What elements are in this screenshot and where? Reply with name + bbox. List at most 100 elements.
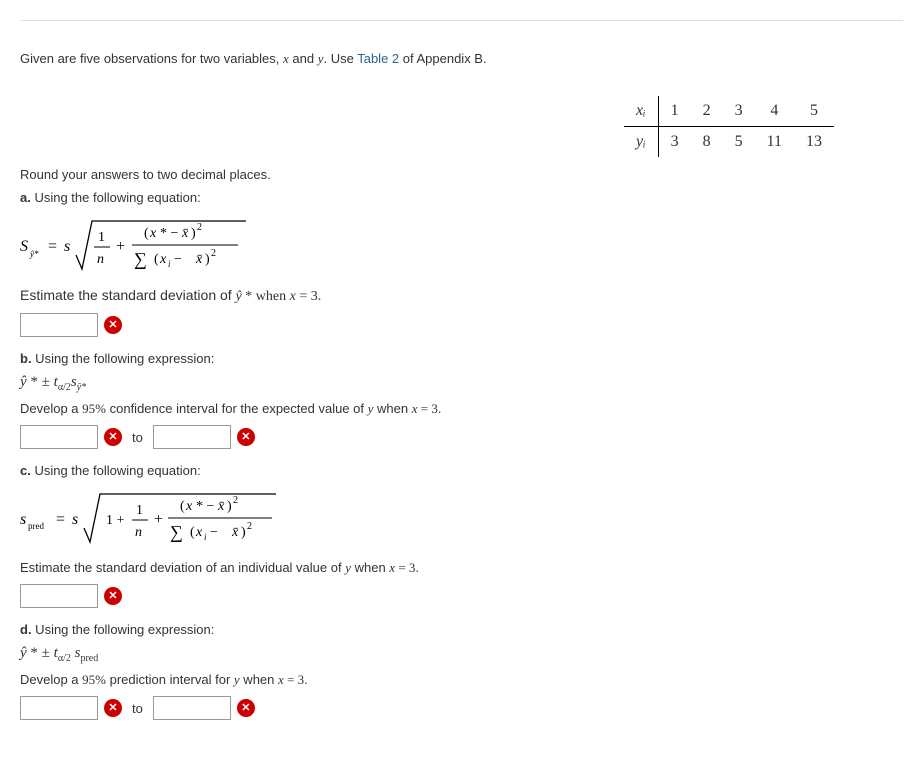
part-d-label: d. [20,622,32,637]
svg-text:x̄: x̄ [231,525,239,540]
svg-text:+: + [116,238,125,255]
yi-label: yᵢ [624,127,658,158]
to-text: to [128,430,147,445]
part-b-expr: ŷ * ± tα/2sŷ* [20,374,903,393]
svg-text:x: x [195,525,203,540]
part-a-estimate: Estimate the standard deviation of ŷ * w… [20,287,903,305]
svg-text:s: s [72,511,78,528]
svg-text:x: x [159,252,167,267]
part-a-label: a. [20,190,31,205]
part-a-input[interactable] [20,313,98,337]
table-cell: 4 [755,96,794,127]
xi-label: xᵢ [624,96,658,127]
part-c-heading: c. Using the following equation: [20,463,903,478]
wrong-icon: ✕ [237,428,255,446]
part-c-text: Using the following equation: [31,463,201,478]
intro-suffix: of Appendix B. [399,51,486,66]
svg-text:x̄: x̄ [181,226,189,241]
part-c-input[interactable] [20,584,98,608]
svg-text:n: n [135,525,142,540]
divider-top [20,20,903,21]
part-b-develop: Develop a 95% confidence interval for th… [20,401,903,417]
svg-text:∑: ∑ [170,522,183,542]
table-row: yᵢ 3 8 5 11 13 [624,127,834,158]
wrong-icon: ✕ [104,428,122,446]
svg-text:x̄: x̄ [217,499,225,514]
svg-text:s: s [20,511,26,528]
table-cell: 5 [794,96,834,127]
formula-a-svg: S ŷ* = s 1 n + ( x * − x̄ ) 2 ∑ ( x i − … [20,213,250,277]
to-text: to [128,701,147,716]
part-a-answer-row: ✕ [20,313,903,337]
wrong-icon: ✕ [237,699,255,717]
round-note: Round your answers to two decimal places… [20,167,903,182]
svg-text:i: i [204,532,207,542]
table-cell: 8 [691,127,723,158]
svg-text:1: 1 [98,230,105,245]
part-b-label: b. [20,351,32,366]
svg-text:x̄: x̄ [195,252,203,267]
svg-text:+: + [154,511,163,528]
part-d-input-high[interactable] [153,696,231,720]
table-cell: 2 [691,96,723,127]
svg-text:=: = [48,238,57,255]
wrong-icon: ✕ [104,699,122,717]
svg-text:∑: ∑ [134,249,147,269]
svg-text:s: s [64,238,70,255]
table-cell: 1 [658,96,691,127]
intro-text: Given are five observations for two vari… [20,51,903,67]
svg-text:(: ( [144,226,149,241]
intro-vars: x [283,51,289,66]
table-cell: 11 [755,127,794,158]
svg-text:−: − [210,525,218,540]
svg-text:2: 2 [197,222,202,233]
svg-text:=: = [56,511,65,528]
svg-text:(: ( [154,252,159,267]
svg-text:(: ( [180,499,185,514]
part-d-answer-row: ✕ to ✕ [20,696,903,720]
table-cell: 3 [723,96,755,127]
part-b-input-low[interactable] [20,425,98,449]
svg-text:(: ( [190,525,195,540]
svg-text:2: 2 [233,495,238,506]
part-d-develop: Develop a 95% prediction interval for y … [20,672,903,688]
part-c-estimate: Estimate the standard deviation of an in… [20,560,903,576]
part-b-input-high[interactable] [153,425,231,449]
part-b-answer-row: ✕ to ✕ [20,425,903,449]
intro-prefix: Given are five observations for two vari… [20,51,283,66]
intro-mid: . Use [324,51,358,66]
svg-text:S: S [20,238,28,255]
svg-text:x: x [185,499,193,514]
data-table: xᵢ 1 2 3 4 5 yᵢ 3 8 5 11 13 [624,96,834,157]
part-a-text: Using the following equation: [31,190,201,205]
svg-text:* −: * − [196,499,215,514]
svg-text:): ) [227,499,232,514]
svg-text:* −: * − [160,226,179,241]
part-b-heading: b. Using the following expression: [20,351,903,366]
svg-text:i: i [168,259,171,269]
part-b-text: Using the following expression: [32,351,215,366]
svg-text:ŷ*: ŷ* [29,249,39,259]
svg-text:x: x [149,226,157,241]
svg-text:2: 2 [211,248,216,259]
part-d-text: Using the following expression: [32,622,215,637]
svg-text:1 +: 1 + [106,513,125,528]
part-d-expr: ŷ * ± tα/2 spred [20,645,903,664]
svg-text:): ) [205,252,210,267]
part-d-heading: d. Using the following expression: [20,622,903,637]
part-c-label: c. [20,463,31,478]
table-cell: 3 [658,127,691,158]
part-c-answer-row: ✕ [20,584,903,608]
wrong-icon: ✕ [104,587,122,605]
svg-text:): ) [191,226,196,241]
table-cell: 13 [794,127,834,158]
part-a-heading: a. Using the following equation: [20,190,903,205]
table-row: xᵢ 1 2 3 4 5 [624,96,834,127]
svg-text:n: n [97,252,104,267]
svg-text:2: 2 [247,521,252,532]
part-d-input-low[interactable] [20,696,98,720]
svg-text:−: − [174,252,182,267]
svg-text:1: 1 [136,503,143,518]
table-cell: 5 [723,127,755,158]
table2-link[interactable]: Table 2 [357,51,399,66]
